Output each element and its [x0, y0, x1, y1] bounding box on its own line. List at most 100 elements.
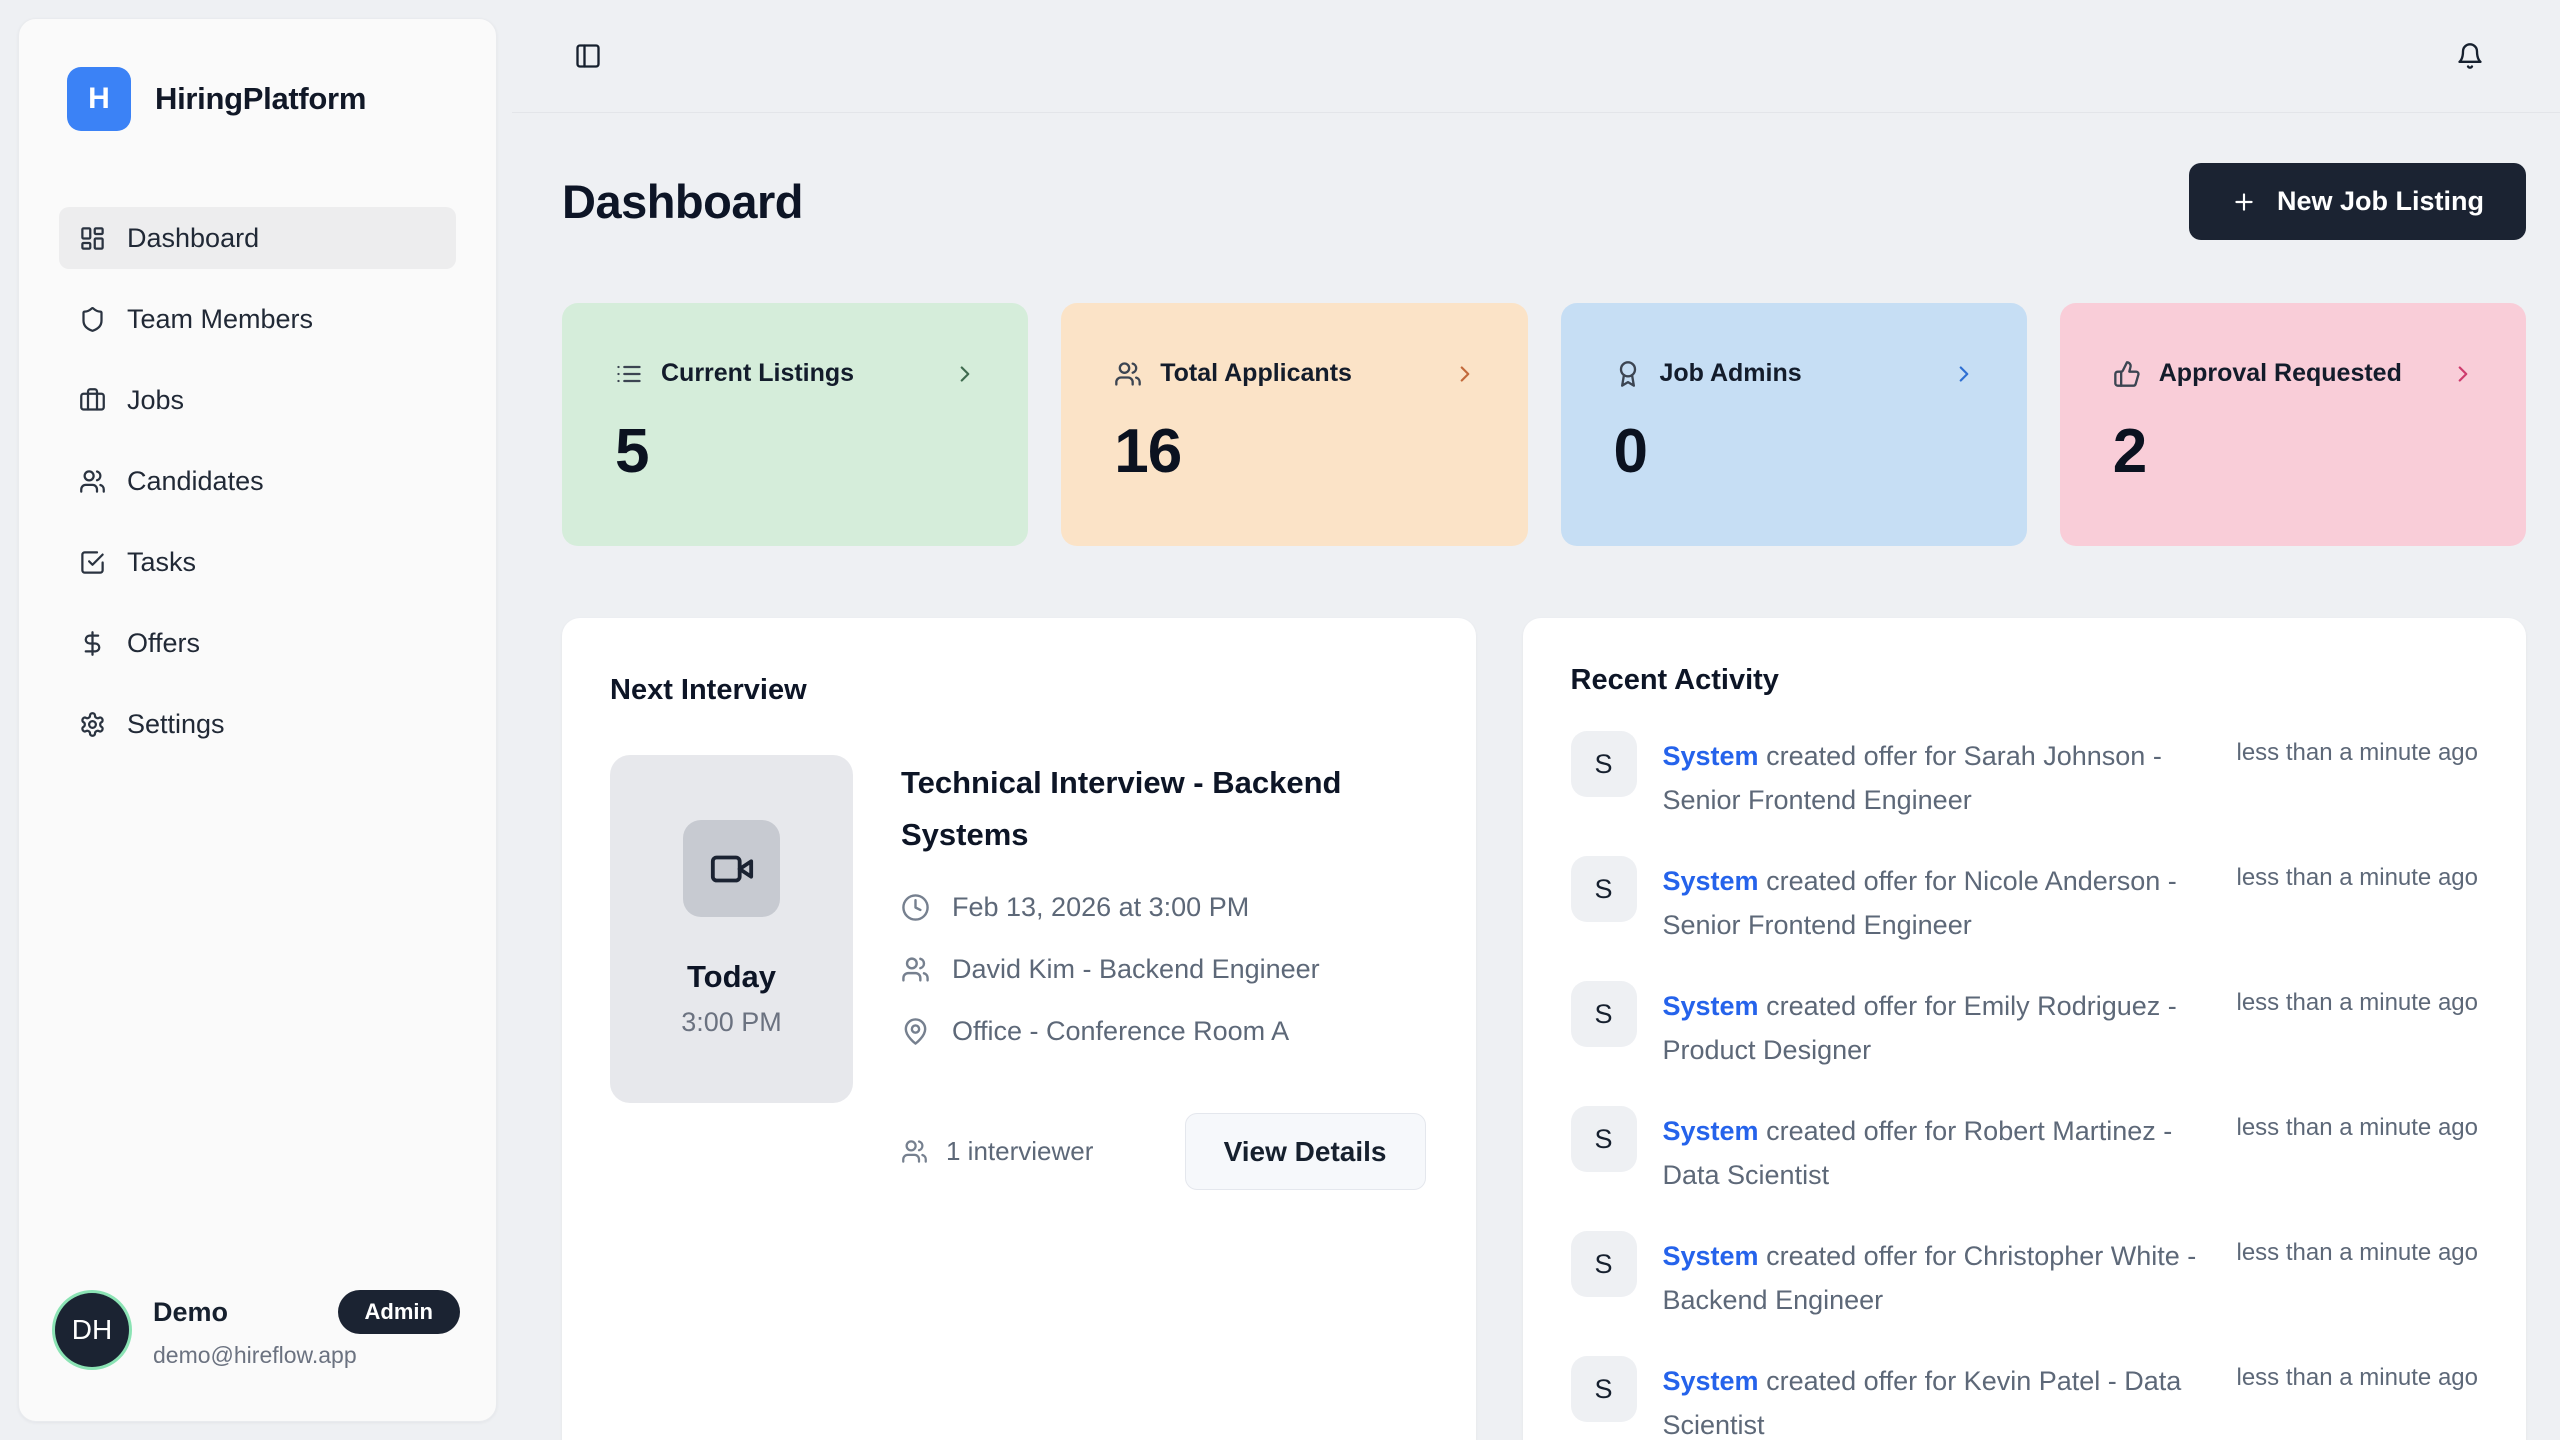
next-interview-panel: Next Interview Today 3:00 PM Technical I… — [562, 618, 1476, 1440]
interview-location-row: Office - Conference Room A — [901, 1016, 1426, 1047]
sidebar-item-tasks[interactable]: Tasks — [59, 531, 456, 593]
dashboard-content: Dashboard New Job Listing Current Listin… — [512, 113, 2560, 1440]
interview-time: 3:00 PM — [681, 1007, 782, 1038]
app-logo-letter: H — [88, 82, 110, 116]
interview-date-tile: Today 3:00 PM — [610, 755, 853, 1103]
activity-avatar: S — [1571, 731, 1637, 797]
interview-datetime: Feb 13, 2026 at 3:00 PM — [952, 892, 1249, 923]
interview-person-row: David Kim - Backend Engineer — [901, 954, 1426, 985]
activity-text: System created offer for Nicole Anderson… — [1663, 856, 2211, 947]
interview-footer: 1 interviewer View Details — [901, 1113, 1426, 1190]
interview-job-title: Technical Interview - Backend Systems — [901, 757, 1426, 861]
activity-text: System created offer for Kevin Patel - D… — [1663, 1356, 2211, 1440]
user-email: demo@hireflow.app — [153, 1342, 460, 1369]
activity-text: System created offer for Sarah Johnson -… — [1663, 731, 2211, 822]
stat-value: 5 — [615, 416, 978, 487]
sidebar-item-jobs[interactable]: Jobs — [59, 369, 456, 431]
sidebar-item-label: Jobs — [127, 385, 184, 416]
sidebar-item-offers[interactable]: Offers — [59, 612, 456, 674]
map-pin-icon — [901, 1017, 930, 1046]
stat-card-job-admins[interactable]: Job Admins 0 — [1561, 303, 2027, 546]
chevron-right-icon — [1452, 361, 1478, 387]
activity-timestamp: less than a minute ago — [2237, 981, 2479, 1017]
role-badge: Admin — [338, 1290, 460, 1334]
recent-activity-title: Recent Activity — [1571, 664, 2479, 697]
sidebar-item-label: Tasks — [127, 547, 196, 578]
activity-avatar: S — [1571, 981, 1637, 1047]
activity-actor-link[interactable]: System — [1663, 741, 1759, 771]
activity-list: S System created offer for Sarah Johnson… — [1571, 731, 2479, 1440]
activity-timestamp: less than a minute ago — [2237, 731, 2479, 767]
avatar: DH — [55, 1293, 129, 1367]
activity-avatar: S — [1571, 1106, 1637, 1172]
activity-item: S System created offer for Sarah Johnson… — [1571, 731, 2479, 822]
layout-dashboard-icon — [79, 225, 106, 252]
stats-row: Current Listings 5 Total Applicants 16 J… — [562, 303, 2526, 546]
page-head: Dashboard New Job Listing — [562, 163, 2526, 240]
sidebar-item-candidates[interactable]: Candidates — [59, 450, 456, 512]
new-job-listing-button[interactable]: New Job Listing — [2189, 163, 2526, 240]
interview-day: Today — [687, 959, 776, 995]
activity-actor-link[interactable]: System — [1663, 1241, 1759, 1271]
activity-timestamp: less than a minute ago — [2237, 1231, 2479, 1267]
stat-card-total-applicants[interactable]: Total Applicants 16 — [1061, 303, 1527, 546]
panels-row: Next Interview Today 3:00 PM Technical I… — [562, 618, 2526, 1440]
clock-icon — [901, 893, 930, 922]
sidebar-item-team-members[interactable]: Team Members — [59, 288, 456, 350]
stat-value: 0 — [1614, 416, 1977, 487]
sidebar-item-dashboard[interactable]: Dashboard — [59, 207, 456, 269]
stat-card-current-listings[interactable]: Current Listings 5 — [562, 303, 1028, 546]
interviewer-count: 1 interviewer — [901, 1136, 1093, 1167]
sidebar-item-label: Candidates — [127, 466, 264, 497]
thumbs-up-icon — [2113, 360, 2141, 388]
users-icon — [901, 955, 930, 984]
topbar — [512, 0, 2560, 113]
activity-avatar: S — [1571, 1356, 1637, 1422]
list-icon — [615, 360, 643, 388]
user-meta: Demo Admin demo@hireflow.app — [153, 1290, 460, 1369]
activity-actor-link[interactable]: System — [1663, 1116, 1759, 1146]
activity-avatar: S — [1571, 1231, 1637, 1297]
users-icon — [1114, 360, 1142, 388]
activity-actor-link[interactable]: System — [1663, 991, 1759, 1021]
view-details-button[interactable]: View Details — [1185, 1113, 1426, 1190]
stat-value: 2 — [2113, 416, 2476, 487]
main-area: Dashboard New Job Listing Current Listin… — [512, 0, 2560, 1440]
activity-actor-link[interactable]: System — [1663, 866, 1759, 896]
interview-location: Office - Conference Room A — [952, 1016, 1289, 1047]
activity-item: S System created offer for Robert Martin… — [1571, 1106, 2479, 1197]
sidebar: H HiringPlatform Dashboard Team Members … — [18, 18, 497, 1422]
sidebar-item-label: Settings — [127, 709, 225, 740]
activity-actor-link[interactable]: System — [1663, 1366, 1759, 1396]
sidebar-item-settings[interactable]: Settings — [59, 693, 456, 755]
app-name: HiringPlatform — [155, 81, 366, 117]
chevron-right-icon — [2450, 361, 2476, 387]
award-icon — [1614, 360, 1642, 388]
check-square-icon — [79, 549, 106, 576]
sidebar-nav: Dashboard Team Members Jobs Candidates T… — [19, 207, 496, 755]
app-logo: H — [67, 67, 131, 131]
panel-left-icon — [574, 42, 602, 70]
chevron-right-icon — [1951, 361, 1977, 387]
activity-timestamp: less than a minute ago — [2237, 1356, 2479, 1392]
new-job-listing-label: New Job Listing — [2277, 186, 2484, 217]
users-icon — [79, 468, 106, 495]
avatar-initials: DH — [72, 1314, 112, 1346]
stat-label: Total Applicants — [1160, 359, 1352, 388]
activity-timestamp: less than a minute ago — [2237, 1106, 2479, 1142]
interview-datetime-row: Feb 13, 2026 at 3:00 PM — [901, 892, 1426, 923]
activity-timestamp: less than a minute ago — [2237, 856, 2479, 892]
briefcase-icon — [79, 387, 106, 414]
sidebar-toggle-button[interactable] — [574, 42, 602, 70]
activity-text: System created offer for Emily Rodriguez… — [1663, 981, 2211, 1072]
stat-value: 16 — [1114, 416, 1477, 487]
sidebar-user-section[interactable]: DH Demo Admin demo@hireflow.app — [19, 1290, 496, 1421]
recent-activity-panel: Recent Activity S System created offer f… — [1523, 618, 2527, 1440]
activity-text: System created offer for Robert Martinez… — [1663, 1106, 2211, 1197]
stat-card-approval-requested[interactable]: Approval Requested 2 — [2060, 303, 2526, 546]
stat-label: Current Listings — [661, 359, 854, 388]
activity-item: S System created offer for Nicole Anders… — [1571, 856, 2479, 947]
sidebar-item-label: Dashboard — [127, 223, 259, 254]
gear-icon — [79, 711, 106, 738]
notifications-button[interactable] — [2456, 42, 2484, 70]
